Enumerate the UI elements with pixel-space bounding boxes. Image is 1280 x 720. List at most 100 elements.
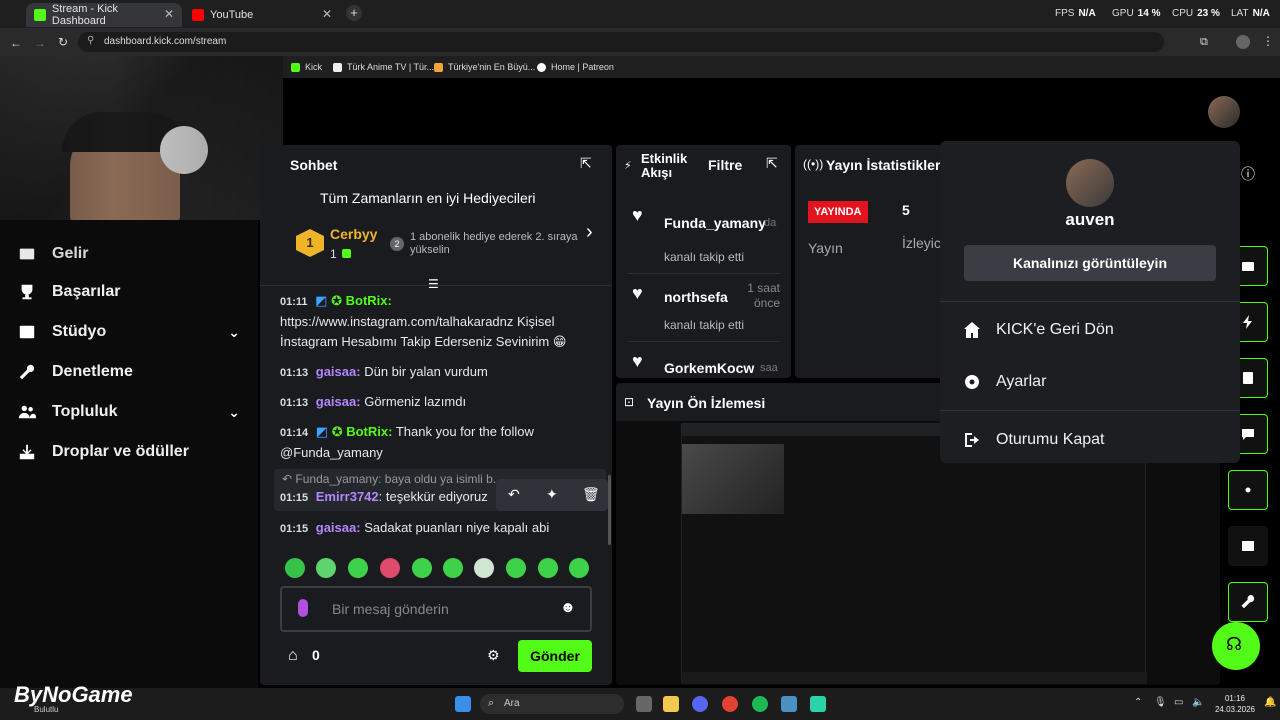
send-button[interactable]: Gönder <box>518 640 592 672</box>
file-explorer-icon[interactable] <box>663 696 679 712</box>
bookmark-kick[interactable]: Kick <box>291 62 322 72</box>
delete-icon[interactable]: 🗑 <box>582 486 600 503</box>
emote-icon[interactable] <box>443 558 463 578</box>
feed-filter-button[interactable]: Filtre <box>708 157 742 173</box>
extensions-icon[interactable]: ⧉ <box>1200 36 1208 49</box>
view-channel-button[interactable]: Kanalınızı görüntüleyin <box>964 245 1216 281</box>
microphone-icon[interactable] <box>298 599 308 617</box>
rail-broadcast-button[interactable] <box>1228 470 1268 510</box>
popout-icon[interactable]: ⇱ <box>580 155 592 172</box>
menu-item-back-to-kick[interactable]: KICK'e Geri Dön <box>962 318 1114 342</box>
volume-icon[interactable]: 🔈 <box>1192 697 1204 708</box>
sidebar-item-studyo[interactable]: Stüdyo ⌄ <box>18 320 240 344</box>
notification-icon[interactable]: 🔔 <box>1264 697 1276 708</box>
top-gifter-name[interactable]: Cerbyy <box>330 226 377 242</box>
new-tab-button[interactable]: + <box>346 5 362 21</box>
chat-settings-icon[interactable]: ⚙ <box>487 647 500 664</box>
chat-username[interactable]: gaisaa <box>316 520 356 535</box>
feed-user[interactable]: northsefa <box>664 289 728 305</box>
reload-icon[interactable]: ↻ <box>58 35 68 49</box>
anime-icon <box>333 62 342 72</box>
sidebar-item-basarilar[interactable]: Başarılar <box>18 280 121 304</box>
emote-icon[interactable] <box>348 558 368 578</box>
feed-user[interactable]: Funda_yamany <box>664 215 766 231</box>
forward-icon[interactable]: → <box>34 36 46 50</box>
bookmark-turk-anime[interactable]: Türk Anime TV | Tür... <box>333 62 434 72</box>
tray-chevron-icon[interactable]: ⌃ <box>1134 697 1142 708</box>
sidebar-item-denetleme[interactable]: Denetleme <box>18 360 133 384</box>
pin-icon[interactable]: ✦ <box>546 486 558 503</box>
mic-tray-icon[interactable]: 🎙 <box>1154 697 1167 708</box>
emote-icon[interactable] <box>285 558 305 578</box>
emote-icon[interactable] <box>538 558 558 578</box>
profile-avatar[interactable] <box>1208 96 1240 128</box>
chat-message: 01:14 ◩ ✪ BotRix: Thank you for the foll… <box>280 424 534 460</box>
popout-icon[interactable]: ⇱ <box>766 155 778 172</box>
back-icon[interactable]: ← <box>10 36 22 50</box>
chat-scrollbar[interactable] <box>608 475 611 545</box>
spotify-icon[interactable] <box>752 696 768 712</box>
chat-username[interactable]: gaisaa <box>316 364 356 379</box>
close-tab-icon[interactable]: ✕ <box>322 7 332 21</box>
menu-divider <box>940 410 1240 411</box>
tab-youtube[interactable]: YouTube ✕ <box>184 3 340 27</box>
app-icon[interactable] <box>781 696 797 712</box>
discord-icon[interactable] <box>692 696 708 712</box>
profile-avatar-icon[interactable] <box>1236 35 1250 49</box>
patreon-icon <box>537 62 546 72</box>
emote-icon[interactable] <box>412 558 432 578</box>
browser-menu-icon[interactable]: ⋮ <box>1262 34 1274 48</box>
chat-username[interactable]: gaisaa <box>316 394 356 409</box>
bookmarks-bar: Kick Türk Anime TV | Tür... Türkiye'nin … <box>283 56 1280 78</box>
emote-icon[interactable] <box>569 558 589 578</box>
chevron-down-icon[interactable]: ⌄ <box>228 324 240 341</box>
sidebar-item-droplar[interactable]: Droplar ve ödüller <box>18 440 189 464</box>
menu-item-settings[interactable]: Ayarlar <box>962 370 1046 394</box>
preview-title: Yayın Ön İzlemesi <box>647 395 766 411</box>
info-icon[interactable]: ⓘ <box>1241 164 1255 184</box>
windows-start-icon[interactable] <box>455 696 471 712</box>
chat-username[interactable]: BotRix <box>346 293 388 308</box>
bookmark-patreon[interactable]: Home | Patreon <box>537 62 614 72</box>
bookmark-turkiye[interactable]: Türkiye'nin En Büyü... <box>434 62 535 72</box>
tab-kick-dashboard[interactable]: Stream - Kick Dashboard ✕ <box>26 3 182 27</box>
emote-icon[interactable] <box>380 558 400 578</box>
taskbar-search[interactable]: ⌕ Ara <box>480 694 624 714</box>
sidebar-item-gelir[interactable]: Gelir <box>18 242 88 266</box>
rail-tools-button[interactable] <box>1228 582 1268 622</box>
chevron-right-icon[interactable]: › <box>586 221 593 244</box>
network-icon[interactable]: ▭ <box>1174 697 1183 708</box>
emote-icon[interactable] <box>506 558 526 578</box>
sidebar-item-topluluk[interactable]: Topluluk ⌄ <box>18 400 240 424</box>
chrome-icon[interactable] <box>722 696 738 712</box>
site-info-icon[interactable]: ⚲ <box>87 35 94 46</box>
taskbar-clock[interactable]: 01:16 24.03.2026 <box>1214 693 1256 715</box>
rank-2-badge: 2 <box>390 237 404 251</box>
task-view-icon[interactable] <box>636 696 652 712</box>
rail-layout-button[interactable] <box>1228 526 1268 566</box>
viewer-count: 5 <box>902 202 910 218</box>
app-icon[interactable] <box>810 696 826 712</box>
feed-time: 1 saat önce <box>747 281 780 310</box>
support-button[interactable]: ☊ <box>1212 622 1260 670</box>
chat-divider <box>260 285 612 286</box>
menu-item-logout[interactable]: Oturumu Kapat <box>962 428 1105 452</box>
url-bar[interactable]: ⚲ dashboard.kick.com/stream <box>78 32 1164 52</box>
clock-time: 01:16 <box>1224 694 1246 703</box>
chat-input[interactable]: Bir mesaj gönderin ☻ <box>280 586 592 632</box>
emoji-icon[interactable]: ☻ <box>560 599 576 616</box>
store-icon[interactable]: ⌂ <box>288 647 298 665</box>
feed-user[interactable]: GorkemKocw <box>664 360 754 376</box>
heart-icon: ♥ <box>632 205 643 225</box>
chat-username[interactable]: BotRix <box>346 424 388 439</box>
emote-icon[interactable] <box>316 558 336 578</box>
trophy-icon <box>21 284 33 300</box>
camera-icon <box>1242 262 1254 271</box>
chevron-down-icon[interactable]: ⌄ <box>228 404 240 421</box>
reply-icon[interactable]: ↶ <box>508 486 520 503</box>
collapse-gifters-icon[interactable]: ☰ <box>428 277 439 291</box>
youtube-favicon-icon <box>192 9 204 21</box>
close-tab-icon[interactable]: ✕ <box>164 7 174 21</box>
chat-username[interactable]: Emirr3742 <box>316 489 379 504</box>
emote-icon[interactable] <box>474 558 494 578</box>
